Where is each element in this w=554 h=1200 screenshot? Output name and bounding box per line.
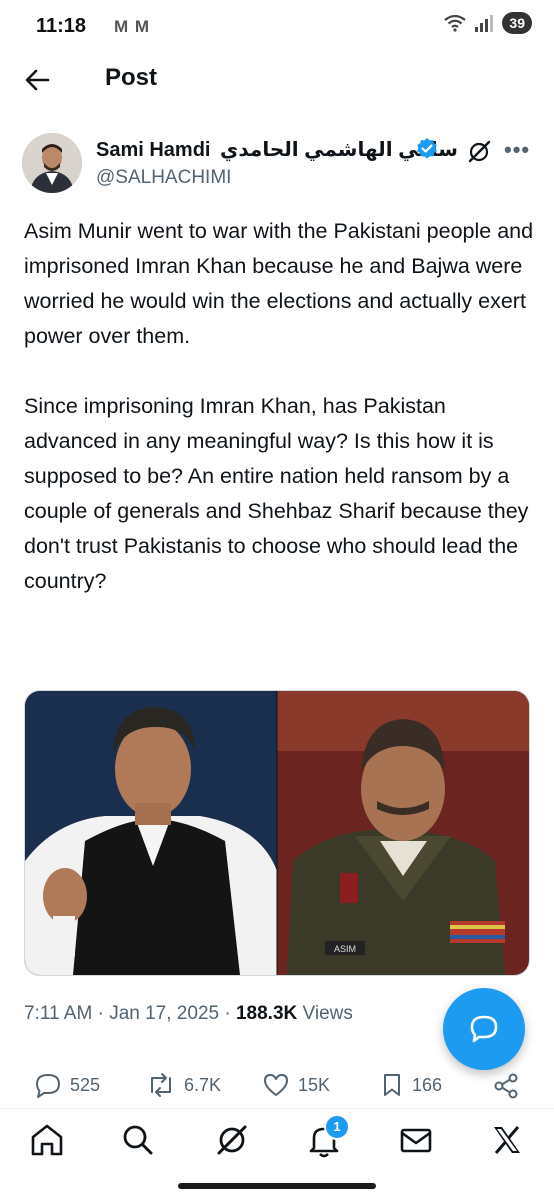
like-button[interactable]: 15K [262, 1072, 330, 1098]
bookmark-button[interactable]: 166 [380, 1072, 442, 1098]
avatar[interactable] [22, 133, 82, 193]
share-button[interactable] [492, 1072, 520, 1100]
repost-button[interactable]: 6.7K [146, 1072, 221, 1098]
grok-icon[interactable] [466, 139, 492, 165]
nav-messages[interactable] [396, 1120, 436, 1160]
battery-indicator: 39 [502, 12, 532, 34]
author-handle[interactable]: @SALHACHIMI [96, 167, 231, 189]
like-count: 15K [298, 1074, 331, 1095]
author-display-name: Sami Hamdi [96, 139, 211, 161]
tweet-media[interactable]: ASIM [24, 690, 530, 976]
notification-badge: 1 [324, 1114, 350, 1140]
repost-count: 6.7K [184, 1074, 222, 1095]
tweet-time: 7:11 AM [24, 1003, 93, 1024]
compose-button[interactable] [443, 988, 525, 1070]
nav-home[interactable] [27, 1120, 67, 1160]
wifi-icon [444, 14, 467, 32]
tweet-text: Asim Munir went to war with the Pakistan… [24, 219, 534, 593]
home-icon [31, 1124, 63, 1156]
views-count: 188.3K [235, 1003, 298, 1024]
tweet-date: Jan 17, 2025 [109, 1003, 220, 1024]
page-title: Post [105, 64, 158, 91]
repost-icon [151, 1073, 171, 1097]
bookmark-icon [384, 1074, 400, 1096]
nav-x[interactable] [487, 1120, 527, 1160]
mail-icon [400, 1128, 432, 1153]
reply-icon [36, 1074, 60, 1098]
arrow-left-icon[interactable] [20, 62, 56, 98]
nav-notifications[interactable]: 1 [304, 1114, 350, 1160]
x-logo-icon [494, 1126, 520, 1154]
home-indicator [178, 1183, 376, 1189]
notification-icons: M M [114, 17, 151, 36]
verified-badge-icon [417, 138, 437, 159]
nav-grok[interactable] [212, 1120, 252, 1160]
tweet-actions: 525 6.7K 15K 166 [0, 1072, 554, 1108]
divider [0, 1108, 554, 1109]
reply-button[interactable]: 525 [34, 1072, 100, 1098]
status-time: 11:18 [36, 15, 87, 37]
author-name[interactable]: Sami Hamdi سامي الهاشمي الحامدي [96, 137, 458, 162]
nav-search[interactable] [118, 1120, 158, 1160]
more-icon[interactable]: ••• [504, 137, 530, 163]
status-indicators: 39 [444, 12, 532, 34]
name-tape: ASIM [334, 944, 356, 954]
share-icon [494, 1073, 518, 1099]
search-icon [123, 1125, 153, 1155]
signal-icon [475, 15, 494, 32]
bottom-nav: 1 [0, 1110, 554, 1170]
grok-icon [217, 1125, 247, 1155]
compose-icon [470, 1015, 498, 1043]
heart-icon [264, 1074, 288, 1096]
tweet-meta: 7:11 AM · Jan 17, 2025 · 188.3K Views [24, 1003, 353, 1024]
views-label: Views [302, 1003, 353, 1024]
bookmark-count: 166 [412, 1074, 443, 1095]
reply-count: 525 [70, 1074, 101, 1095]
